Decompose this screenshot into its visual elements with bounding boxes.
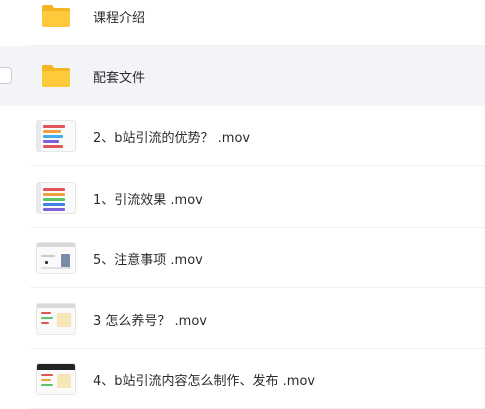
file-row-video-2[interactable]: 2、b站引流的优势？ .mov [0,106,485,166]
file-name: 1、引流效果 .mov [93,192,203,208]
row-checkbox[interactable] [0,67,12,84]
video-thumbnail-icon [36,116,76,156]
row-divider [30,287,485,288]
file-row-video-1[interactable]: 1、引流效果 .mov [0,168,485,228]
file-row-video-5[interactable]: 5、注意事项 .mov [0,228,485,288]
file-name: 2、b站引流的优势？ .mov [93,130,251,146]
file-list: 课程介绍 配套文件 2、b站引流的优势？ .mov 1、引流效果 .mov 5、… [0,0,485,409]
file-row-supporting-files[interactable]: 配套文件 [0,46,485,106]
video-thumbnail-icon [36,178,76,218]
row-divider [30,165,485,166]
file-name: 5、注意事项 .mov [93,252,203,268]
folder-icon [36,56,76,96]
video-thumbnail-icon [36,238,76,278]
file-row-video-3[interactable]: 3 怎么养号？ .mov [0,289,485,349]
file-name: 配套文件 [93,70,146,86]
file-row-course-intro[interactable]: 课程介绍 [0,0,485,46]
file-name: 课程介绍 [93,10,146,26]
file-name: 4、b站引流内容怎么制作、发布 .mov [93,373,316,389]
file-name: 3 怎么养号？ .mov [93,313,207,329]
file-row-video-4[interactable]: 4、b站引流内容怎么制作、发布 .mov [0,349,485,409]
video-thumbnail-icon [36,299,76,339]
video-thumbnail-icon [36,359,76,399]
folder-icon [36,0,76,36]
